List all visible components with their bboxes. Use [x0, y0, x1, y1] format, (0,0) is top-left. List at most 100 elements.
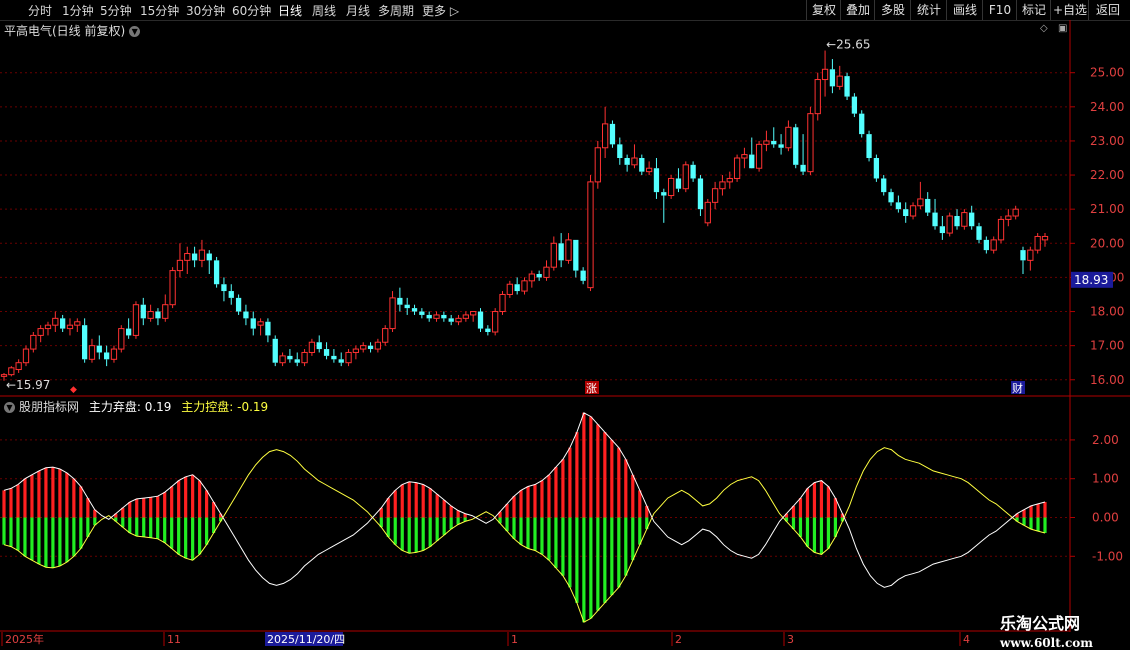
candle-body-up — [785, 126, 792, 149]
candle-body-up — [8, 367, 15, 376]
candle-body-up — [1034, 235, 1041, 251]
toolbar-button-0[interactable]: 复权 — [806, 0, 841, 20]
toolbar-button-5[interactable]: F10 — [982, 0, 1017, 20]
candle-body-down — [250, 318, 256, 329]
candle-body-down — [580, 270, 586, 281]
candle-body-up — [1012, 208, 1019, 217]
candle-body-down — [1020, 250, 1026, 261]
candle-body-down — [294, 359, 300, 363]
candle-body-up — [22, 348, 30, 364]
candle-body-down — [778, 144, 784, 148]
candle-body-down — [272, 338, 278, 363]
toolbar-button-6[interactable]: 标记 — [1016, 0, 1051, 20]
candle-body-down — [749, 154, 755, 169]
date-label: 2 — [675, 633, 682, 646]
candle-body-down — [140, 304, 146, 319]
candle-body-up — [1005, 215, 1012, 220]
candle-body-down — [866, 134, 872, 158]
period-tab-10[interactable]: 更多 ▷ — [422, 2, 459, 19]
candle-body-down — [888, 192, 894, 203]
period-tab-8[interactable]: 月线 — [346, 2, 370, 19]
candle-body-down — [404, 304, 410, 309]
candle-body-down — [191, 253, 198, 261]
candle-body-up — [345, 351, 352, 364]
candle-body-up — [308, 341, 316, 353]
candle-body-up — [132, 304, 140, 336]
candle-body-up — [528, 273, 535, 282]
candle-body-up — [382, 328, 389, 343]
candle-body-up — [682, 164, 689, 190]
candle-body-up — [587, 181, 594, 289]
kline-chart[interactable]: 25.0024.0023.0022.0021.0020.0019.0018.00… — [0, 0, 1130, 650]
price-tick-label: 18.00 — [1090, 305, 1124, 319]
candle-body-down — [653, 168, 660, 193]
price-tick-label: 22.00 — [1090, 168, 1124, 182]
candle-body-up — [352, 348, 360, 353]
candle-body-up — [301, 351, 308, 364]
chevron-down-icon[interactable]: ▼ — [4, 402, 15, 413]
candle-body-down — [477, 311, 484, 329]
indicator-name: 股朋指标网 — [19, 400, 80, 414]
candle-body-down — [851, 96, 858, 114]
period-tab-9[interactable]: 多周期 — [378, 2, 414, 19]
toolbar-button-2[interactable]: 多股 — [874, 0, 911, 20]
candle-body-down — [125, 328, 132, 336]
candle-body-down — [96, 345, 102, 353]
toolbar-button-8[interactable]: 返回 — [1088, 0, 1127, 20]
period-tab-4[interactable]: 30分钟 — [186, 2, 225, 19]
toolbar-button-3[interactable]: 统计 — [910, 0, 947, 20]
abandon-value: 0.19 — [144, 400, 172, 414]
period-tab-2[interactable]: 5分钟 — [100, 2, 132, 19]
candle-body-up — [990, 239, 997, 251]
candle-body-up — [909, 205, 917, 217]
candle-body-up — [389, 297, 396, 330]
chevron-down-icon[interactable]: ▼ — [129, 26, 141, 37]
price-tick-label: 19.00 — [1090, 270, 1124, 284]
candle-body-up — [37, 328, 44, 336]
candle-body-down — [639, 158, 645, 172]
candle-body-up — [521, 280, 528, 292]
price-tick-label: 24.00 — [1090, 100, 1124, 114]
candle-body-down — [213, 260, 220, 285]
marker-small: ◆ — [70, 385, 77, 395]
toolbar-button-1[interactable]: 叠加 — [840, 0, 875, 20]
marker-zhang: 涨 — [586, 382, 597, 395]
candle-body-down — [617, 144, 623, 158]
candle-body-up — [492, 311, 499, 333]
main-chart-title: 平高电气(日线 前复权) ▼ — [4, 22, 141, 39]
candle-body-down — [697, 178, 704, 210]
candle-body-up — [279, 355, 286, 364]
candle-body-up — [836, 75, 843, 87]
candle-body-down — [932, 212, 938, 227]
candle-body-down — [609, 123, 616, 145]
candle-body-up — [66, 324, 74, 330]
candle-body-up — [257, 321, 264, 326]
candle-body-down — [661, 192, 667, 196]
period-tab-0[interactable]: 分时 — [28, 2, 52, 19]
toolbar-button-7[interactable]: +自选 — [1050, 0, 1089, 20]
toolbar-button-4[interactable]: 画线 — [946, 0, 983, 20]
candle-body-down — [235, 297, 242, 312]
current-price-box — [1071, 271, 1113, 288]
candle-body-up — [169, 270, 176, 306]
candle-body-down — [983, 239, 989, 251]
candle-body-up — [499, 293, 506, 313]
diamond-icon[interactable]: ◇ — [1040, 23, 1048, 34]
date-label: 11 — [167, 633, 181, 646]
stock-title: 平高电气(日线 前复权) — [4, 24, 126, 38]
candle-body-up — [88, 345, 96, 360]
candle-body-down — [939, 226, 946, 234]
period-tab-3[interactable]: 15分钟 — [140, 2, 179, 19]
candle-body-down — [829, 69, 836, 87]
candle-body-down — [338, 359, 344, 363]
abandon-label: 主力弃盘: — [88, 400, 141, 414]
period-tab-1[interactable]: 1分钟 — [62, 2, 94, 19]
candle-body-down — [514, 284, 520, 292]
candle-body-down — [844, 76, 850, 97]
window-icon[interactable]: ▣ — [1058, 23, 1067, 34]
period-tab-7[interactable]: 周线 — [312, 2, 336, 19]
period-tab-5[interactable]: 60分钟 — [232, 2, 271, 19]
candle-body-down — [448, 318, 454, 322]
high-label: ←25.65 — [826, 38, 870, 52]
period-tab-6[interactable]: 日线 — [278, 2, 302, 19]
